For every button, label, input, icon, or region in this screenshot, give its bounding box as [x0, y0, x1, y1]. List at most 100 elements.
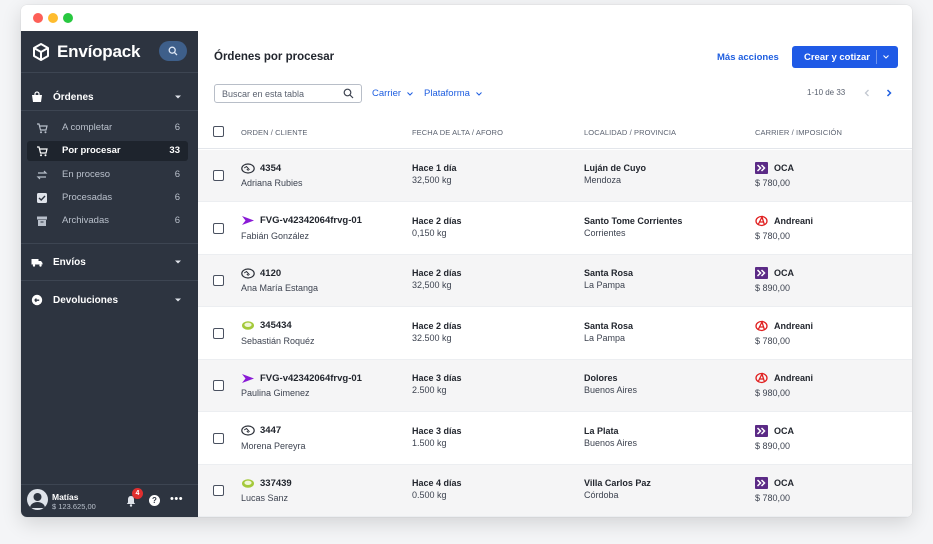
divider — [21, 72, 198, 73]
table-header: ORDEN / CLIENTE FECHA DE ALTA / AFORO LO… — [198, 115, 912, 149]
province: Buenos Aires — [584, 385, 638, 395]
sidebar-item-label: Por procesar — [62, 145, 121, 156]
brand[interactable]: Envíopack — [31, 40, 140, 64]
create-and-quote-button[interactable]: Crear y cotizar — [792, 46, 898, 68]
sidebar-item-en-proceso[interactable]: En proceso 6 — [27, 165, 188, 185]
andreani-carrier-logo-icon — [755, 214, 768, 226]
shipping-price: $ 780,00 — [755, 178, 791, 188]
carrier[interactable]: Andreani — [755, 372, 813, 384]
tiendanube-platform-icon — [242, 321, 254, 330]
column-header[interactable]: ORDEN / CLIENTE — [241, 128, 308, 137]
sidebar-item-label: A completar — [62, 122, 113, 133]
table-row[interactable]: 337439 Lucas Sanz Hace 4 días 0.500 kg Villa… — [198, 465, 912, 517]
carrier[interactable]: Andreani — [755, 214, 814, 227]
carrier[interactable]: OCA — [755, 477, 794, 489]
help-icon[interactable]: ? — [149, 495, 160, 506]
province: La Pampa — [584, 332, 626, 343]
sidebar-section-label: Envíos — [53, 256, 86, 268]
filter-label: Carrier — [372, 88, 402, 99]
table-search-input[interactable]: Buscar en esta tabla — [214, 84, 362, 103]
filter-label: Plataforma — [424, 88, 470, 99]
carrier-name: OCA — [774, 163, 794, 173]
sidebar-section-ordenes[interactable]: Órdenes — [21, 86, 198, 108]
row-checkbox[interactable] — [213, 485, 224, 496]
chevron-down-icon[interactable] — [882, 53, 890, 61]
shipping-price: $ 890,00 — [755, 440, 791, 451]
order-id[interactable]: 337439 — [241, 477, 292, 489]
sidebar-item-label: En proceso — [62, 169, 111, 180]
column-header[interactable]: LOCALIDAD / PROVINCIA — [584, 128, 676, 137]
created-date: Hace 2 días — [412, 320, 462, 331]
column-header[interactable]: FECHA DE ALTA / AFORO — [412, 128, 503, 137]
avatar[interactable] — [27, 489, 48, 510]
search-icon — [168, 46, 178, 56]
row-checkbox[interactable] — [213, 222, 224, 234]
order-id[interactable]: FVG-v42342064frvg-01 — [241, 215, 362, 227]
sidebar-item-procesadas[interactable]: Procesadas 6 — [27, 188, 188, 208]
order-number: 345434 — [260, 320, 292, 331]
sidebar-item-archivadas[interactable]: Archivadas 6 — [27, 211, 188, 231]
carrier-name: Andreani — [774, 373, 814, 383]
row-checkbox[interactable] — [213, 380, 224, 391]
table-row[interactable]: 3447 Morena Pereyra Hace 3 días 1.500 kg La … — [198, 413, 912, 465]
more-actions-link[interactable]: Más acciones — [717, 52, 779, 63]
sidebar-search-button[interactable] — [159, 41, 187, 61]
close-window-button[interactable] — [33, 13, 43, 23]
table-row[interactable]: 4120 Ana María Estanga Hace 2 días 32,500 k… — [198, 255, 912, 307]
carrier[interactable]: OCA — [755, 424, 794, 437]
sync-icon — [36, 170, 48, 180]
truck-icon — [31, 259, 43, 267]
client-name: Ana María Estanga — [241, 283, 319, 293]
sidebar-section-envios[interactable]: Envíos — [21, 251, 198, 273]
carrier-name: Andreani — [774, 215, 814, 226]
order-id[interactable]: 3447 — [241, 425, 281, 437]
andreani-carrier-logo-icon — [755, 319, 768, 331]
tiendanube-platform-icon — [242, 478, 254, 488]
chevron-left-icon[interactable] — [862, 88, 872, 98]
row-checkbox[interactable] — [213, 327, 224, 339]
table-row[interactable]: FVG-v42342064frvg-01 Fabián González Hace … — [198, 203, 912, 255]
sidebar-item-label: Procesadas — [62, 192, 113, 203]
chevron-right-icon[interactable] — [884, 88, 894, 98]
column-header[interactable]: CARRIER / IMPOSICIÓN — [755, 128, 842, 137]
carrier-filter-dropdown[interactable]: Carrier — [372, 88, 414, 99]
sidebar-item-por-procesar[interactable]: Por procesar 33 — [27, 141, 188, 161]
created-date: Hace 2 días — [412, 268, 462, 278]
more-options-icon[interactable]: ••• — [170, 493, 183, 505]
row-checkbox[interactable] — [213, 275, 224, 286]
sidebar-section-devoluciones[interactable]: Devoluciones — [21, 289, 198, 311]
minimize-window-button[interactable] — [48, 13, 58, 23]
mercadolibre-platform-icon — [241, 162, 255, 174]
chevron-down-icon — [476, 91, 482, 96]
user-balance: $ 123.625,00 — [52, 502, 96, 511]
oca-carrier-logo-icon — [755, 267, 768, 279]
oca-carrier-logo-icon — [755, 162, 768, 174]
shipping-price: $ 780,00 — [755, 230, 791, 241]
maximize-window-button[interactable] — [63, 13, 73, 23]
platform-filter-dropdown[interactable]: Plataforma — [424, 88, 483, 99]
client-name: Paulina Gimenez — [241, 388, 310, 398]
row-checkbox[interactable] — [213, 170, 224, 181]
order-id[interactable]: 4120 — [241, 267, 281, 279]
oca-carrier-logo-icon — [755, 424, 768, 437]
divider — [21, 280, 198, 281]
carrier[interactable]: Andreani — [755, 319, 813, 332]
table-row[interactable]: 4354 Adriana Rubies Hace 1 día 32,500 kg Luj… — [198, 150, 912, 202]
carrier[interactable]: OCA — [755, 162, 794, 174]
vtex-platform-icon — [242, 216, 254, 225]
order-number: 3447 — [260, 425, 282, 436]
city: La Plata — [584, 425, 619, 436]
sidebar-item-a-completar[interactable]: A completar 6 — [27, 118, 188, 138]
table-row[interactable]: 345434 Sebastián Roquéz Hace 2 días 32.500 … — [198, 308, 912, 360]
package-weight: 0,150 kg — [412, 227, 447, 238]
order-id[interactable]: 4354 — [241, 162, 281, 174]
province: Mendoza — [584, 175, 622, 185]
order-id[interactable]: 345434 — [241, 320, 292, 332]
order-id[interactable]: FVG-v42342064frvg-01 — [241, 372, 362, 384]
table-row[interactable]: FVG-v42342064frvg-01 Paulina Gimenez Hace … — [198, 360, 912, 412]
carrier[interactable]: OCA — [755, 267, 794, 279]
select-all-checkbox[interactable] — [213, 126, 224, 137]
divider — [21, 243, 198, 244]
row-checkbox[interactable] — [213, 432, 224, 444]
package-weight: 1.500 kg — [412, 437, 447, 448]
